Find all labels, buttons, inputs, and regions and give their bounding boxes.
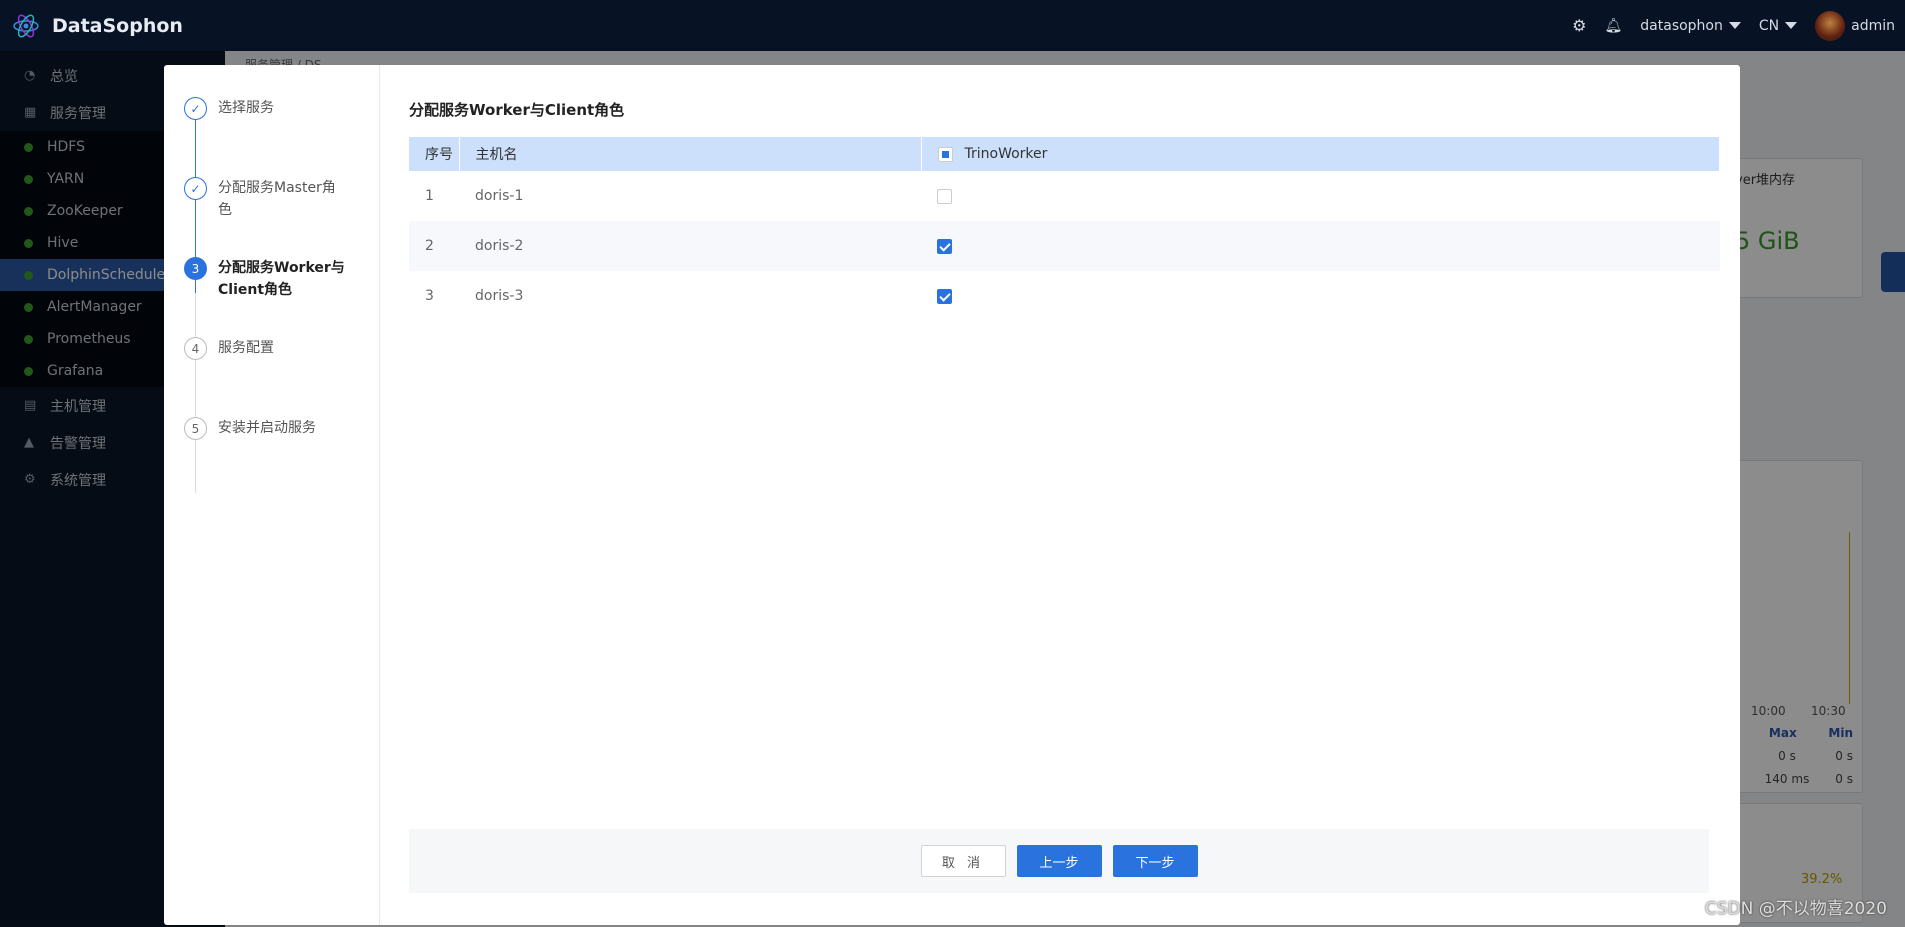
step-number: 5 — [184, 417, 207, 440]
cluster-dropdown[interactable]: datasophon — [1640, 18, 1741, 34]
column-role: TrinoWorker — [921, 137, 1720, 171]
role-checkbox[interactable] — [937, 238, 952, 254]
atom-logo-icon — [13, 14, 39, 37]
row-index: 2 — [409, 221, 459, 271]
table-header: 序号 主机名 TrinoWorker — [409, 137, 1720, 171]
step-label: 分配服务Master角色 — [218, 180, 336, 218]
table-row: 2 doris-2 — [409, 221, 1720, 271]
step-1: ✓ 选择服务 — [184, 97, 348, 120]
cluster-name: datasophon — [1640, 17, 1723, 34]
row-host: doris-1 — [475, 188, 524, 204]
wizard-steps: ✓ 选择服务 ✓ 分配服务Master角色 3 分配服务Worker与Client角色… — [164, 65, 380, 925]
alarm-icon[interactable]: 🔔︎ — [1605, 18, 1623, 34]
settings-icon[interactable]: ⚙ — [1572, 16, 1586, 35]
user-menu[interactable]: admin — [1815, 10, 1895, 41]
step-5: 5 安装并启动服务 — [184, 417, 348, 440]
watermark: CSDN @不以物喜2020 — [1704, 899, 1887, 919]
step-connector — [195, 293, 196, 493]
app-name: DataSophon — [52, 14, 183, 37]
step-label: 服务配置 — [218, 340, 274, 356]
user-name: admin — [1851, 17, 1895, 34]
step-label: 安装并启动服务 — [218, 420, 316, 436]
language-dropdown[interactable]: CN — [1758, 17, 1798, 34]
caret-down-icon — [1785, 22, 1798, 29]
table-row: 1 doris-1 — [409, 171, 1720, 221]
column-index: 序号 — [409, 137, 460, 171]
role-checkbox[interactable] — [937, 188, 952, 204]
add-service-wizard: ✓ 选择服务 ✓ 分配服务Master角色 3 分配服务Worker与Client角色… — [164, 65, 1740, 925]
language-label: CN — [1758, 17, 1780, 34]
caret-down-icon — [1728, 22, 1741, 29]
step-number: 3 — [184, 257, 207, 280]
column-host: 主机名 — [459, 137, 922, 171]
select-all-checkbox[interactable] — [937, 146, 953, 162]
row-index: 3 — [425, 288, 434, 304]
row-host: doris-3 — [475, 288, 524, 304]
logo[interactable]: DataSophon — [12, 12, 183, 40]
step-3: 3 分配服务Worker与Client角色 — [184, 257, 348, 301]
row-host: doris-2 — [459, 221, 921, 271]
check-icon: ✓ — [184, 97, 207, 120]
check-icon: ✓ — [184, 177, 207, 200]
page-title: 分配服务Worker与Client角色 — [409, 101, 625, 119]
role-assignment-table: 序号 主机名 TrinoWorker 1 doris-1 2 doris-2 3… — [409, 137, 1720, 321]
avatar — [1815, 10, 1846, 41]
step-label: 分配服务Worker与Client角色 — [218, 260, 345, 298]
step-label: 选择服务 — [218, 100, 274, 116]
step-4: 4 服务配置 — [184, 337, 348, 360]
step-2: ✓ 分配服务Master角色 — [184, 177, 348, 221]
previous-step-button[interactable]: 上一步 — [1016, 845, 1102, 877]
table-row: 3 doris-3 — [409, 271, 1720, 321]
next-step-button[interactable]: 下一步 — [1112, 845, 1198, 877]
step-number: 4 — [184, 337, 207, 360]
role-checkbox[interactable] — [937, 288, 952, 304]
wizard-footer: 取 消 上一步 下一步 — [409, 829, 1709, 893]
row-index: 1 — [425, 188, 434, 204]
role-name: TrinoWorker — [964, 146, 1048, 162]
cancel-button[interactable]: 取 消 — [920, 845, 1006, 877]
top-bar: DataSophon ⚙ 🔔︎ datasophon CN admin — [0, 0, 1905, 51]
